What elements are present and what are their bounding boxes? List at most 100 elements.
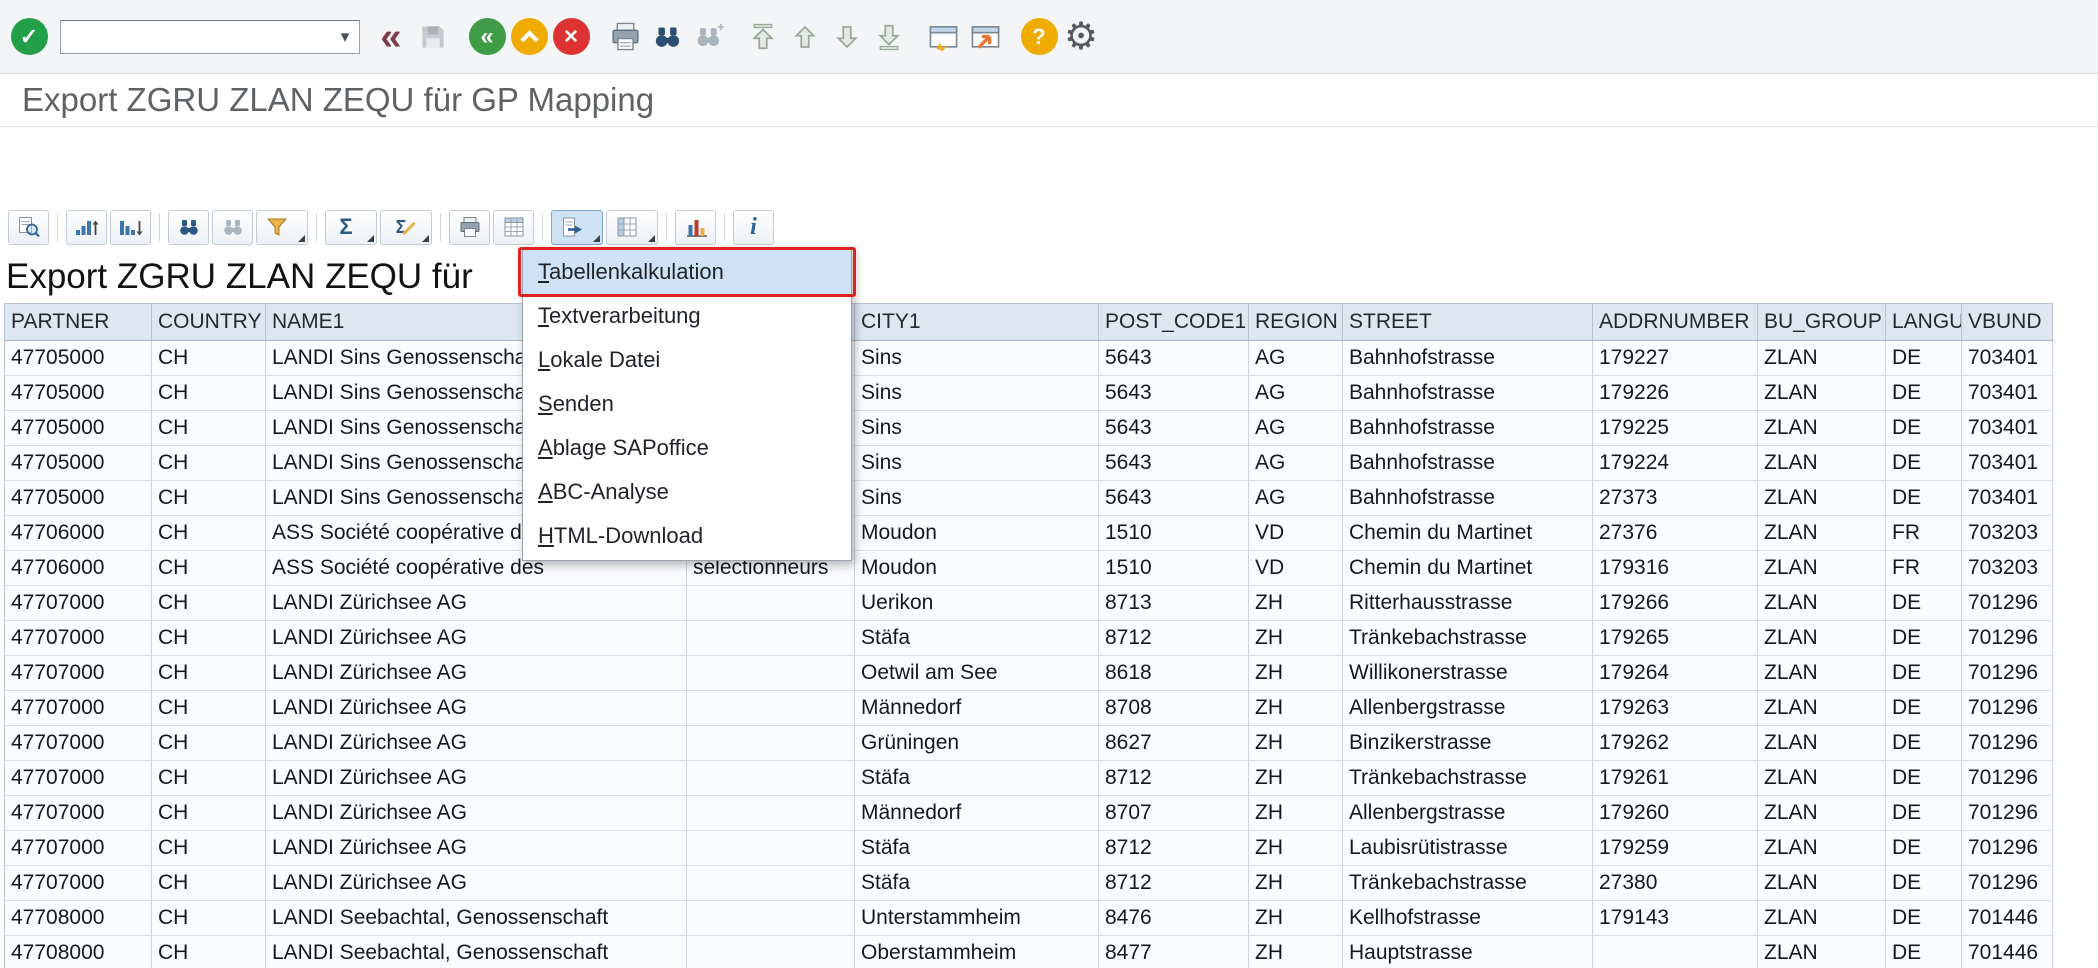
- table-cell[interactable]: ZH: [1249, 656, 1343, 691]
- table-cell[interactable]: AG: [1249, 481, 1343, 516]
- alv-choose-layout-button[interactable]: [606, 210, 658, 245]
- menu-item-tabellenkalkulation[interactable]: Tabellenkalkulation: [523, 250, 851, 294]
- table-cell[interactable]: LANDI Zürichsee AG: [266, 726, 687, 761]
- table-cell[interactable]: DE: [1886, 656, 1962, 691]
- last-page-button[interactable]: [872, 11, 906, 63]
- table-cell[interactable]: 5643: [1099, 411, 1249, 446]
- enter-button[interactable]: ✓: [12, 11, 46, 63]
- table-cell[interactable]: CH: [152, 796, 266, 831]
- table-cell[interactable]: DE: [1886, 691, 1962, 726]
- table-cell[interactable]: ZLAN: [1758, 341, 1886, 376]
- alv-find-next-button[interactable]: [212, 210, 253, 245]
- table-cell[interactable]: 8713: [1099, 586, 1249, 621]
- table-cell[interactable]: ZH: [1249, 761, 1343, 796]
- table-cell[interactable]: 179264: [1593, 656, 1758, 691]
- table-cell[interactable]: Bahnhofstrasse: [1343, 481, 1593, 516]
- column-header-city1[interactable]: CITY1: [855, 304, 1099, 341]
- table-cell[interactable]: 8627: [1099, 726, 1249, 761]
- alv-views-button[interactable]: [493, 210, 534, 245]
- table-cell[interactable]: [687, 621, 855, 656]
- table-cell[interactable]: LANDI Zürichsee AG: [266, 656, 687, 691]
- table-cell[interactable]: Moudon: [855, 516, 1099, 551]
- table-cell[interactable]: DE: [1886, 796, 1962, 831]
- table-cell[interactable]: DE: [1886, 901, 1962, 936]
- table-cell[interactable]: [687, 691, 855, 726]
- table-cell[interactable]: Stäfa: [855, 831, 1099, 866]
- table-cell[interactable]: 47705000: [5, 376, 152, 411]
- table-cell[interactable]: ZLAN: [1758, 656, 1886, 691]
- table-cell[interactable]: CH: [152, 761, 266, 796]
- table-cell[interactable]: VD: [1249, 516, 1343, 551]
- table-cell[interactable]: 8477: [1099, 936, 1249, 968]
- table-cell[interactable]: 701296: [1962, 656, 2053, 691]
- hide-command-field-button[interactable]: «: [374, 11, 408, 63]
- table-cell[interactable]: Hauptstrasse: [1343, 936, 1593, 968]
- table-cell[interactable]: 703401: [1962, 481, 2053, 516]
- table-cell[interactable]: DE: [1886, 866, 1962, 901]
- table-cell[interactable]: CH: [152, 411, 266, 446]
- find-next-button[interactable]: [692, 11, 726, 63]
- table-cell[interactable]: 701446: [1962, 936, 2053, 968]
- table-cell[interactable]: LANDI Zürichsee AG: [266, 866, 687, 901]
- table-cell[interactable]: 8476: [1099, 901, 1249, 936]
- table-cell[interactable]: Tränkebachstrasse: [1343, 761, 1593, 796]
- table-cell[interactable]: 179225: [1593, 411, 1758, 446]
- table-cell[interactable]: 47707000: [5, 761, 152, 796]
- table-cell[interactable]: CH: [152, 831, 266, 866]
- table-cell[interactable]: 1510: [1099, 551, 1249, 586]
- column-header-country[interactable]: COUNTRY: [152, 304, 266, 341]
- table-cell[interactable]: CH: [152, 901, 266, 936]
- table-cell[interactable]: 179263: [1593, 691, 1758, 726]
- table-cell[interactable]: CH: [152, 516, 266, 551]
- table-cell[interactable]: DE: [1886, 726, 1962, 761]
- table-cell[interactable]: 47706000: [5, 516, 152, 551]
- table-cell[interactable]: LANDI Zürichsee AG: [266, 586, 687, 621]
- menu-item-lokale-datei[interactable]: Lokale Datei: [523, 338, 851, 382]
- table-cell[interactable]: 47708000: [5, 901, 152, 936]
- table-cell[interactable]: 179261: [1593, 761, 1758, 796]
- table-cell[interactable]: Bahnhofstrasse: [1343, 376, 1593, 411]
- alv-sort-descending-button[interactable]: [110, 210, 151, 245]
- table-cell[interactable]: CH: [152, 586, 266, 621]
- table-cell[interactable]: CH: [152, 551, 266, 586]
- table-cell[interactable]: CH: [152, 481, 266, 516]
- table-cell[interactable]: [687, 586, 855, 621]
- table-cell[interactable]: ZLAN: [1758, 761, 1886, 796]
- table-cell[interactable]: 179265: [1593, 621, 1758, 656]
- table-cell[interactable]: DE: [1886, 411, 1962, 446]
- table-cell[interactable]: ZH: [1249, 691, 1343, 726]
- alv-find-button[interactable]: [168, 210, 209, 245]
- table-cell[interactable]: 47707000: [5, 586, 152, 621]
- menu-item-ablage-sapoffice[interactable]: Ablage SAPoffice: [523, 426, 851, 470]
- table-cell[interactable]: 27373: [1593, 481, 1758, 516]
- table-cell[interactable]: CH: [152, 341, 266, 376]
- help-button[interactable]: ?: [1022, 11, 1056, 63]
- table-cell[interactable]: Allenbergstrasse: [1343, 691, 1593, 726]
- table-cell[interactable]: DE: [1886, 446, 1962, 481]
- table-cell[interactable]: 47707000: [5, 621, 152, 656]
- table-cell[interactable]: 5643: [1099, 376, 1249, 411]
- table-cell[interactable]: Tränkebachstrasse: [1343, 866, 1593, 901]
- table-cell[interactable]: 179259: [1593, 831, 1758, 866]
- table-cell[interactable]: Oetwil am See: [855, 656, 1099, 691]
- table-cell[interactable]: 47705000: [5, 411, 152, 446]
- table-cell[interactable]: ZLAN: [1758, 551, 1886, 586]
- alv-filter-button[interactable]: [256, 210, 308, 245]
- table-cell[interactable]: DE: [1886, 936, 1962, 968]
- table-cell[interactable]: ZH: [1249, 726, 1343, 761]
- table-cell[interactable]: 8712: [1099, 761, 1249, 796]
- table-cell[interactable]: Laubisrütistrasse: [1343, 831, 1593, 866]
- table-cell[interactable]: ZLAN: [1758, 586, 1886, 621]
- customize-layout-button[interactable]: ⚙: [1064, 11, 1098, 63]
- alv-print-button[interactable]: [449, 210, 490, 245]
- table-cell[interactable]: AG: [1249, 376, 1343, 411]
- table-cell[interactable]: Willikonerstrasse: [1343, 656, 1593, 691]
- table-cell[interactable]: 8712: [1099, 831, 1249, 866]
- table-cell[interactable]: 701446: [1962, 901, 2053, 936]
- table-cell[interactable]: 179226: [1593, 376, 1758, 411]
- table-cell[interactable]: DE: [1886, 586, 1962, 621]
- table-cell[interactable]: ZLAN: [1758, 936, 1886, 968]
- table-cell[interactable]: Sins: [855, 376, 1099, 411]
- table-cell[interactable]: [1593, 936, 1758, 968]
- table-cell[interactable]: 703401: [1962, 376, 2053, 411]
